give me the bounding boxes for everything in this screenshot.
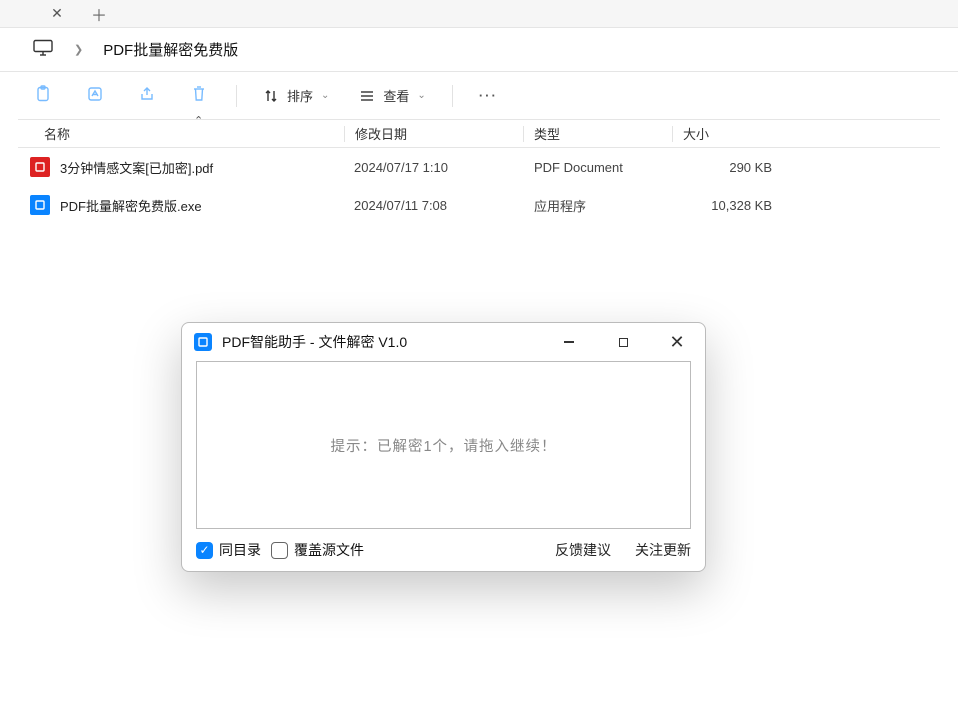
more-icon[interactable]: ···: [479, 88, 498, 103]
drop-hint: 提示：已解密1个，请拖入继续！: [330, 435, 556, 456]
view-icon: [359, 89, 375, 103]
monitor-icon[interactable]: [32, 39, 54, 60]
file-row[interactable]: 3分钟情感文案[已加密].pdf 2024/07/17 1:10 PDF Doc…: [18, 148, 940, 186]
feedback-link[interactable]: 反馈建议: [555, 540, 611, 560]
overwrite-checkbox[interactable]: 覆盖源文件: [271, 540, 364, 560]
file-size: 290 KB: [684, 160, 784, 175]
column-headers: ⌃ 名称 修改日期 类型 大小: [18, 120, 940, 148]
sort-button[interactable]: 排序 ⌄: [263, 86, 329, 105]
pdf-icon: [30, 157, 50, 177]
toolbar: 排序 ⌄ 查看 ⌄ ···: [18, 72, 940, 120]
window-controls: ✕: [549, 328, 697, 356]
clipboard-icon[interactable]: [32, 85, 54, 106]
sort-icon: [263, 88, 279, 104]
delete-icon[interactable]: [188, 85, 210, 106]
minimize-button[interactable]: [549, 328, 589, 356]
window-title: PDF智能助手 - 文件解密 V1.0: [222, 332, 549, 352]
tab-strip: ✕ ＋: [0, 0, 958, 28]
file-row[interactable]: PDF批量解密免费版.exe 2024/07/11 7:08 应用程序 10,3…: [18, 186, 940, 224]
file-type: PDF Document: [534, 160, 684, 175]
file-name: 3分钟情感文案[已加密].pdf: [60, 158, 354, 177]
breadcrumb-item[interactable]: PDF批量解密免费版: [103, 39, 238, 60]
file-size: 10,328 KB: [684, 198, 784, 213]
same-dir-label: 同目录: [219, 540, 261, 560]
sort-indicator-icon: ⌃: [194, 114, 203, 127]
view-label: 查看: [383, 86, 409, 105]
file-name: PDF批量解密免费版.exe: [60, 196, 354, 215]
decrypt-app-window: PDF智能助手 - 文件解密 V1.0 ✕ 提示：已解密1个，请拖入继续！ ✓ …: [181, 322, 706, 572]
column-header-modified[interactable]: 修改日期: [345, 124, 523, 143]
address-bar: ❯ PDF批量解密免费版: [0, 28, 958, 72]
column-header-size[interactable]: 大小: [673, 124, 773, 143]
close-button[interactable]: ✕: [657, 328, 697, 356]
rename-icon[interactable]: [84, 85, 106, 106]
chevron-right-icon[interactable]: ❯: [74, 43, 83, 56]
close-tab-icon[interactable]: ✕: [48, 5, 66, 23]
updates-link[interactable]: 关注更新: [635, 540, 691, 560]
chevron-down-icon: ⌄: [321, 90, 329, 101]
column-header-name[interactable]: 名称: [18, 124, 344, 143]
drop-zone[interactable]: 提示：已解密1个，请拖入继续！: [196, 361, 691, 529]
file-modified: 2024/07/11 7:08: [354, 198, 534, 213]
checkbox-checked-icon: ✓: [196, 542, 213, 559]
app-footer: ✓ 同目录 覆盖源文件 反馈建议 关注更新: [182, 529, 705, 571]
separator: [452, 85, 453, 107]
titlebar[interactable]: PDF智能助手 - 文件解密 V1.0 ✕: [182, 323, 705, 361]
separator: [236, 85, 237, 107]
file-modified: 2024/07/17 1:10: [354, 160, 534, 175]
exe-icon: [30, 195, 50, 215]
view-button[interactable]: 查看 ⌄: [359, 86, 425, 105]
maximize-button[interactable]: [603, 328, 643, 356]
sort-label: 排序: [287, 86, 313, 105]
file-type: 应用程序: [534, 196, 684, 215]
checkbox-unchecked-icon: [271, 542, 288, 559]
new-tab-icon[interactable]: ＋: [90, 5, 108, 23]
column-header-type[interactable]: 类型: [524, 124, 672, 143]
same-dir-checkbox[interactable]: ✓ 同目录: [196, 540, 261, 560]
app-icon: [194, 333, 212, 351]
chevron-down-icon: ⌄: [417, 90, 425, 101]
overwrite-label: 覆盖源文件: [294, 540, 364, 560]
share-icon[interactable]: [136, 85, 158, 106]
